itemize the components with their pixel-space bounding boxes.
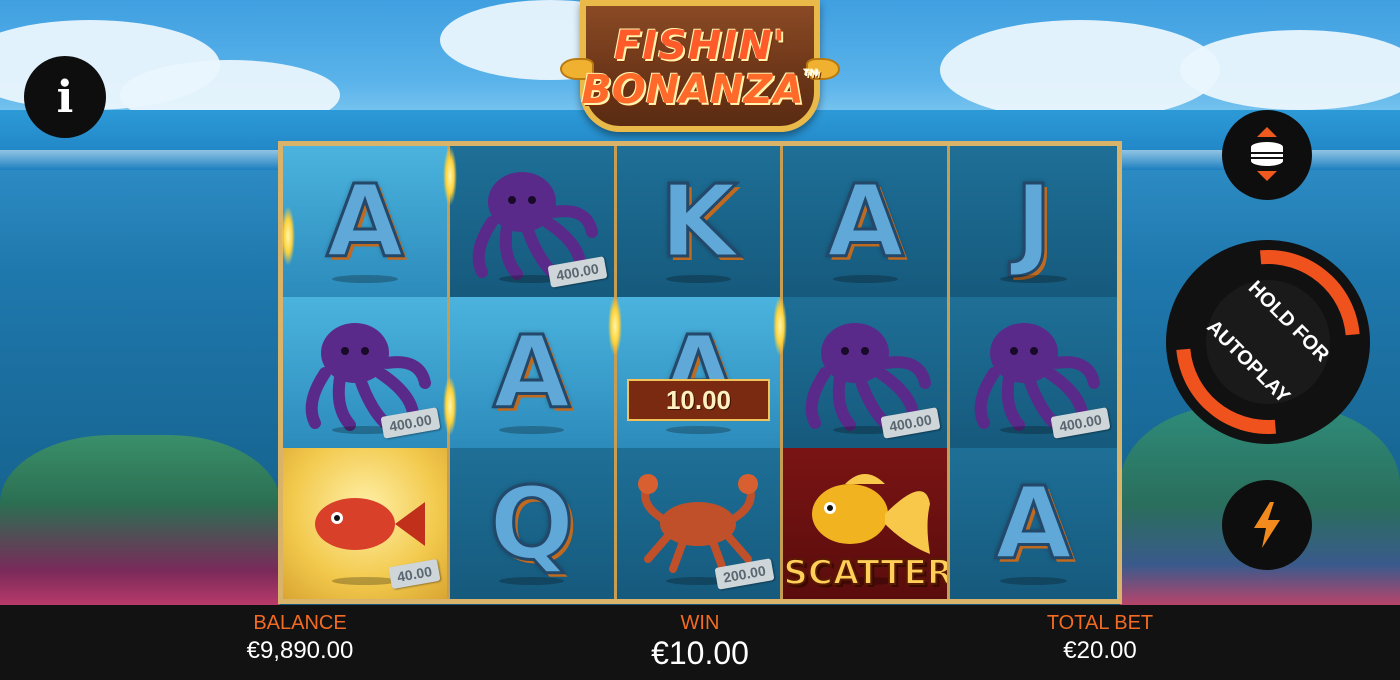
reel-frame: A 400.00 K A J 400.00 A A 10.00 400.00 400.00 40.00… [278,141,1122,604]
reel-cell: A 10.00 [616,297,784,448]
symbol-shadow [332,577,398,585]
logo-title-line2: BONANZATM [581,66,819,113]
reel-grid: A 400.00 K A J 400.00 A A 10.00 400.00 400.00 40.00… [283,146,1117,599]
letter-symbol: A [825,162,905,280]
total-bet-display: TOTAL BET €20.00 [1000,613,1200,663]
letter-symbol: A [491,313,571,431]
reel-cell: 400.00 [783,297,951,448]
logo-title-word: BONANZA [581,66,804,113]
letter-symbol: A [325,162,405,280]
letter-symbol: J [1013,162,1053,280]
total-bet-value: €20.00 [1063,637,1137,664]
symbol-shadow [498,577,565,585]
letter-symbol: Q [488,464,576,582]
reel-cell: A [283,146,450,297]
win-sparkle [773,296,787,356]
win-display: WIN €10.00 [600,613,800,669]
reel-cell: 400.00 [449,146,617,297]
reel-cell: A [950,448,1117,599]
reel-cell: 400.00 [283,297,450,448]
reel-cell: J [950,146,1117,297]
symbol-shadow [665,426,732,434]
coral-reef-left [0,435,280,605]
win-sparkle [281,206,295,266]
win-value: €10.00 [651,635,749,671]
reel-cell: 400.00 [950,297,1117,448]
win-sparkle [608,296,622,356]
lightning-icon [1254,502,1280,548]
logo-title-line1: FISHIN' [613,22,787,69]
reel-cell: 40.00 [283,448,450,599]
reel-cell: SCATTER [783,448,951,599]
game-logo: FISHIN' BONANZATM [560,0,840,135]
trademark: TM [803,68,819,79]
symbol-shadow [665,275,732,283]
reel-cell: K [616,146,784,297]
reel-cell: A [449,297,617,448]
autoplay-button[interactable]: HOLD FOR AUTOPLAY [1138,212,1398,472]
stake-button[interactable] [1222,110,1312,200]
total-bet-label: TOTAL BET [1046,612,1154,634]
symbol-shadow [332,275,398,283]
coin-stack-icon [1251,127,1283,181]
balance-label: BALANCE [253,612,347,634]
letter-symbol: K [658,162,738,280]
win-sparkle [443,146,457,206]
info-icon: i [56,71,74,123]
info-button[interactable]: i [24,56,106,138]
bottom-bar: BALANCE €9,890.00 WIN €10.00 TOTAL BET €… [0,605,1400,680]
balance-display: BALANCE €9,890.00 [200,613,400,663]
symbol-shadow [1000,577,1067,585]
win-label: WIN [680,612,720,634]
letter-symbol: A [993,464,1073,582]
scatter-label: SCATTER [783,552,951,594]
symbol-shadow [498,426,565,434]
symbol-shadow [832,275,899,283]
symbol-shadow [1000,275,1067,283]
reel-cell: A [783,146,951,297]
turbo-button[interactable] [1222,480,1312,570]
reel-cell: Q [449,448,617,599]
balance-value: €9,890.00 [246,637,354,664]
cell-win-amount: 10.00 [626,379,771,421]
reel-cell: 200.00 [616,448,784,599]
logo-text: FISHIN' BONANZATM [581,26,818,110]
win-sparkle [443,376,457,436]
